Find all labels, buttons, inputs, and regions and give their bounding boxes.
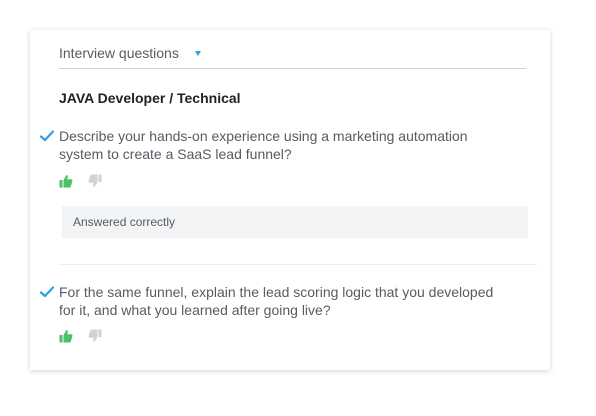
checkmark-icon — [40, 286, 54, 298]
caret-down-icon[interactable] — [195, 51, 201, 56]
checkmark-icon — [40, 130, 54, 142]
interview-questions-card: Interview questions JAVA Developer / Tec… — [30, 30, 550, 370]
thumbs-up-icon[interactable] — [59, 329, 73, 343]
answer-note-text: Answered correctly — [73, 215, 176, 229]
divider — [59, 264, 537, 265]
answer-note: Answered correctly — [62, 206, 528, 238]
thumbs-down-icon[interactable] — [88, 329, 102, 343]
thumbs-up-icon[interactable] — [59, 174, 73, 188]
job-title: JAVA Developer / Technical — [59, 90, 241, 106]
interview-questions-header: Interview questions — [59, 44, 526, 69]
thumbs-down-icon[interactable] — [88, 174, 102, 188]
question-text: For the same funnel, explain the lead sc… — [59, 284, 494, 318]
question-text: Describe your hands-on experience using … — [59, 128, 468, 162]
header-title: Interview questions — [59, 45, 179, 61]
